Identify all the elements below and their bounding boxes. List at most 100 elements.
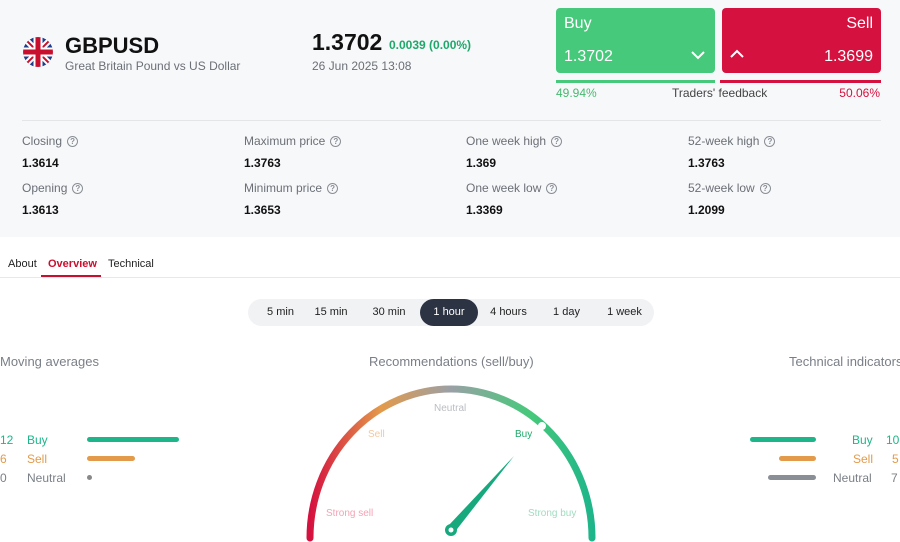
info-icon[interactable]: ? [551,135,563,147]
stat-value: 1.3613 [22,203,59,217]
stat-value: 1.3763 [688,156,725,170]
buy-button[interactable]: Buy 1.3702 [556,8,715,73]
stat-label: Opening [22,181,68,195]
gauge-needle [449,456,514,533]
stat-opening: Opening? 1.3613 [22,181,84,217]
stat-minimum-price: Minimum price? 1.3653 [244,181,339,217]
uk-flag-icon [23,37,53,67]
section-tabs: About Overview Technical [0,250,900,278]
chevron-up-icon [730,49,744,58]
ti-neutral-label: Neutral [833,471,872,485]
ma-sell-label: Sell [27,452,48,466]
technical-indicators-title: Technical indicators [789,354,900,369]
period-4-hours[interactable]: 4 hours [480,299,537,326]
chevron-down-icon [691,51,705,60]
ti-sell-count: 5 [892,452,899,466]
gauge-label-buy: Buy [515,429,532,440]
ma-buy-label: Buy [27,433,48,447]
stat-value: 1.369 [466,156,497,170]
info-icon[interactable]: ? [330,135,342,147]
ti-neutral-count: 7 [891,471,898,485]
recommendation-gauge: Strong sell Sell Neutral Buy Strong buy [306,385,596,542]
tab-technical[interactable]: Technical [108,258,154,270]
gauge-label-sell: Sell [368,429,385,440]
stat-value: 1.2099 [688,203,725,217]
ti-sell-row: Sell 5 [853,452,899,466]
price-change: 0.0039 (0.00%) [389,38,472,52]
stat-label: Maximum price [244,134,326,148]
instrument-symbol: GBPUSD [65,33,160,58]
stat-value: 1.3653 [244,203,281,217]
ma-sell-row: 6 Sell [0,452,47,466]
ti-buy-bar [750,437,816,442]
stat-maximum-price: Maximum price? 1.3763 [244,134,342,170]
stat-one-week-high: One week high? 1.369 [466,134,563,170]
stat-one-week-low: One week low? 1.3369 [466,181,558,217]
stat-52-week-high: 52-week high? 1.3763 [688,134,776,170]
info-icon[interactable]: ? [67,135,79,147]
info-icon[interactable]: ? [759,182,771,194]
info-icon[interactable]: ? [72,182,84,194]
ma-buy-bar [87,437,179,442]
stat-label: 52-week high [688,134,760,148]
stat-value: 1.3763 [244,156,281,170]
stat-label: Closing [22,134,63,148]
recommendations-title: Recommendations (sell/buy) [369,354,534,369]
ti-buy-count: 10 [886,433,900,447]
sell-price: 1.3699 [824,48,873,65]
info-icon[interactable]: ? [546,182,558,194]
ma-buy-row: 12 Buy [0,433,48,447]
ma-neutral-row: 0 Neutral [0,471,66,485]
stat-value: 1.3614 [22,156,59,170]
period-30-min[interactable]: 30 min [362,299,416,326]
period-15-min[interactable]: 15 min [304,299,358,326]
moving-averages-title: Moving averages [0,354,99,369]
price-timestamp: 26 Jun 2025 13:08 [312,59,412,73]
ti-neutral-row: Neutral 7 [833,471,898,485]
ma-neutral-count: 0 [0,471,7,485]
period-1-hour[interactable]: 1 hour [420,299,478,326]
stat-label: One week high [466,134,547,148]
tab-about[interactable]: About [8,258,37,270]
gauge-label-strong-buy: Strong buy [528,508,576,519]
stat-value: 1.3369 [466,203,503,217]
gauge-label-neutral: Neutral [434,403,466,414]
period-1-week[interactable]: 1 week [597,299,652,326]
feedback-label: Traders' feedback [672,86,768,100]
period-1-day[interactable]: 1 day [540,299,593,326]
sell-label: Sell [846,15,873,32]
ti-neutral-bar [768,475,816,480]
feedback-sell-bar [720,80,881,83]
gauge-label-strong-sell: Strong sell [326,508,373,519]
ti-buy-row: Buy 10 [852,433,899,447]
ti-sell-label: Sell [853,452,874,466]
instrument-header-panel: GBPUSD Great Britain Pound vs US Dollar … [0,0,900,237]
ti-sell-bar [779,456,816,461]
ti-buy-label: Buy [852,433,873,447]
ma-buy-count: 12 [0,433,14,447]
buy-price: 1.3702 [564,48,613,65]
sell-button[interactable]: Sell 1.3699 [722,8,881,73]
period-5-min[interactable]: 5 min [254,299,307,326]
instrument-description: Great Britain Pound vs US Dollar [65,59,241,73]
stat-52-week-low: 52-week low? 1.2099 [688,181,771,217]
info-icon[interactable]: ? [327,182,339,194]
stat-label: 52-week low [688,181,755,195]
ma-sell-count: 6 [0,452,7,466]
stat-label: Minimum price [244,181,323,195]
buy-label: Buy [564,15,592,32]
ma-neutral-bar [87,475,92,480]
feedback-buy-percent: 49.94% [556,86,597,100]
gauge-marker [538,422,546,430]
ma-neutral-label: Neutral [27,471,66,485]
stat-closing: Closing? 1.3614 [22,134,79,170]
tab-overview[interactable]: Overview [48,258,97,270]
feedback-sell-percent: 50.06% [839,86,880,100]
period-selector: 5 min 15 min 30 min 1 hour 4 hours 1 day… [248,299,654,326]
active-tab-indicator [41,275,101,277]
current-price: 1.3702 [312,29,383,55]
ma-sell-bar [87,456,135,461]
header-divider [22,120,881,121]
stat-label: One week low [466,181,542,195]
info-icon[interactable]: ? [764,135,776,147]
